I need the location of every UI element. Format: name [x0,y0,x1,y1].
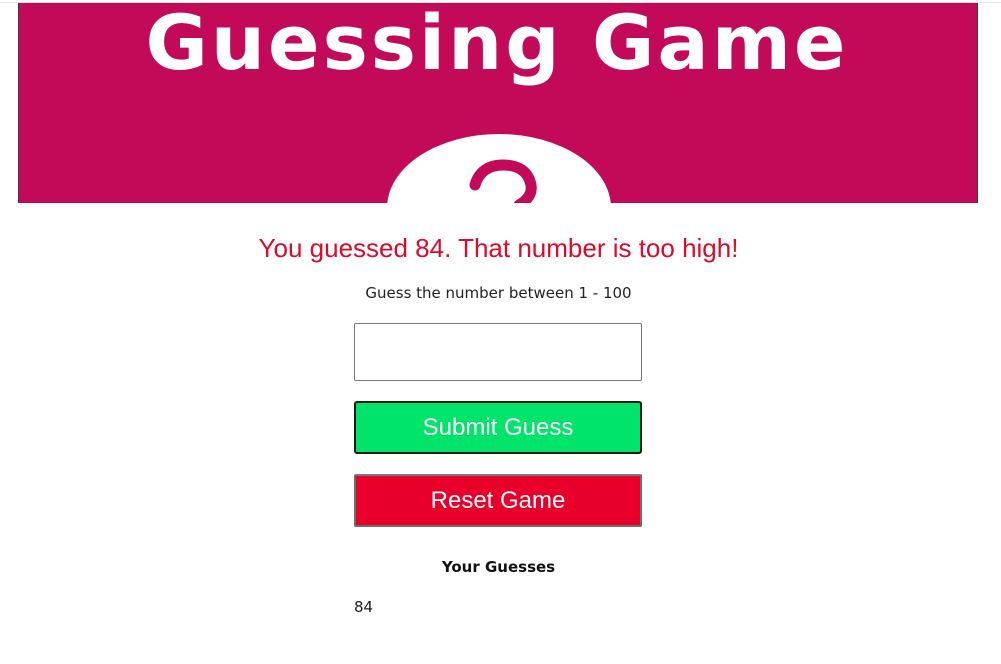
banner-title: Guessing Game [146,3,849,87]
submit-guess-button[interactable]: Submit Guess [354,401,642,454]
guess-input[interactable] [354,323,642,381]
guess-list: 84 [354,597,373,617]
game-banner: Guessing Game [18,3,978,203]
banner-graphic: Guessing Game [146,3,849,203]
instruction-text: Guess the number between 1 - 100 [365,284,632,302]
guess-result-message: You guessed 84. That number is too high! [258,233,739,263]
guess-list-item: 84 [354,598,374,616]
your-guesses-heading: Your Guesses [441,558,556,576]
reset-game-button[interactable]: Reset Game [354,474,642,527]
